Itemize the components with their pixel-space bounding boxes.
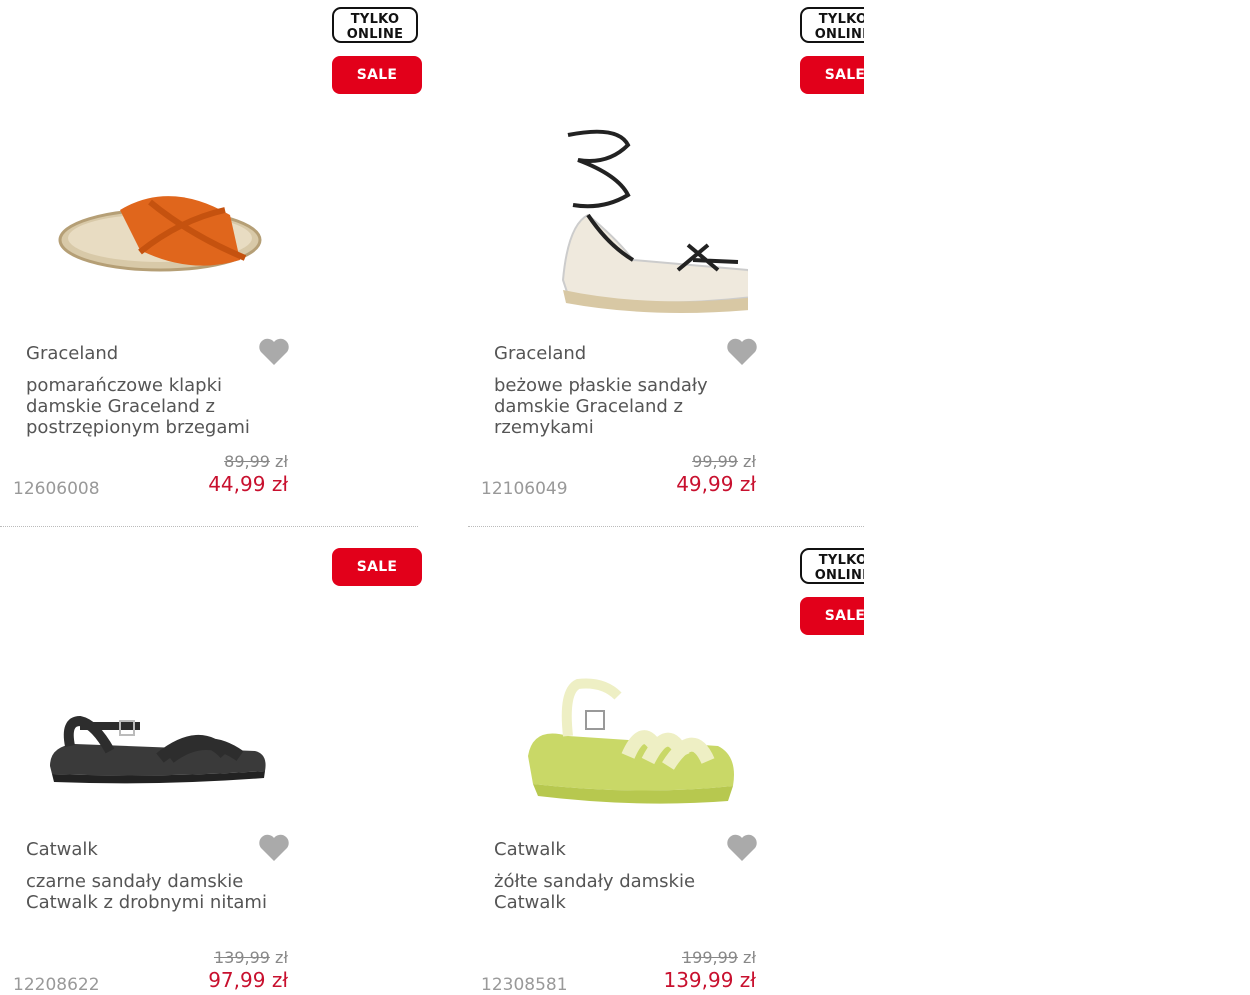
product-brand: Graceland [26, 343, 119, 364]
product-image[interactable] [40, 666, 280, 866]
currency-label: zł [743, 948, 756, 967]
old-price: 199,99 zł [682, 948, 756, 967]
old-price: 89,99 zł [224, 452, 288, 471]
currency-label: zł [275, 948, 288, 967]
product-title[interactable]: czarne sandały damskie Catwalk z drobnym… [26, 871, 286, 913]
online-badge-line1: TYLKO [350, 12, 400, 27]
heart-icon[interactable] [726, 337, 758, 367]
online-badge-line2: ONLINE [814, 568, 864, 583]
product-image[interactable] [40, 140, 280, 340]
heart-icon[interactable] [726, 833, 758, 863]
sale-badge: SALE [332, 548, 422, 586]
product-brand: Graceland [494, 343, 587, 364]
badge-group: TYLKO ONLINE SALE [800, 7, 864, 94]
old-price-value: 139,99 [213, 948, 270, 967]
old-price: 139,99 zł [214, 948, 288, 967]
sale-badge: SALE [800, 56, 864, 94]
old-price-value: 199,99 [681, 948, 738, 967]
currency-label: zł [275, 452, 288, 471]
online-only-badge: TYLKO ONLINE [332, 7, 418, 43]
online-only-badge: TYLKO ONLINE [800, 7, 864, 43]
heart-icon[interactable] [258, 833, 290, 863]
online-badge-line1: TYLKO [818, 553, 864, 568]
product-brand: Catwalk [494, 839, 566, 860]
product-title[interactable]: żółte sandały damskie Catwalk [494, 871, 754, 913]
product-title[interactable]: beżowe płaskie sandały damskie Graceland… [494, 375, 754, 438]
product-card[interactable]: TYLKO ONLINE SALE Graceland beżowe płask… [468, 0, 888, 499]
product-card[interactable]: TYLKO ONLINE SALE Graceland pomarańczowe… [0, 0, 422, 499]
online-badge-line2: ONLINE [346, 27, 404, 42]
product-title[interactable]: pomarańczowe klapki damskie Graceland z … [26, 375, 286, 438]
product-sku: 12308581 [481, 975, 568, 995]
online-badge-line2: ONLINE [814, 27, 864, 42]
heart-icon[interactable] [258, 337, 290, 367]
product-image[interactable] [508, 666, 748, 866]
old-price-value: 89,99 [224, 452, 270, 471]
product-image[interactable] [508, 120, 748, 320]
sale-price: 44,99 zł [208, 472, 288, 496]
product-card[interactable]: SALE Catwalk czarne sandały damskie Catw… [0, 496, 422, 995]
sale-price: 97,99 zł [208, 968, 288, 992]
product-brand: Catwalk [26, 839, 98, 860]
sale-price: 139,99 zł [663, 968, 756, 992]
sale-price: 49,99 zł [676, 472, 756, 496]
currency-label: zł [743, 452, 756, 471]
badge-group: TYLKO ONLINE SALE [800, 548, 864, 635]
online-only-badge: TYLKO ONLINE [800, 548, 864, 584]
old-price-value: 99,99 [692, 452, 738, 471]
sale-badge: SALE [800, 597, 864, 635]
sale-badge: SALE [332, 56, 422, 94]
badge-group: TYLKO ONLINE SALE [332, 7, 422, 94]
badge-group: SALE [332, 548, 422, 586]
product-sku: 12208622 [13, 975, 100, 995]
product-card[interactable]: TYLKO ONLINE SALE Catwalk żółte sandały … [468, 496, 888, 995]
old-price: 99,99 zł [692, 452, 756, 471]
online-badge-line1: TYLKO [818, 12, 864, 27]
